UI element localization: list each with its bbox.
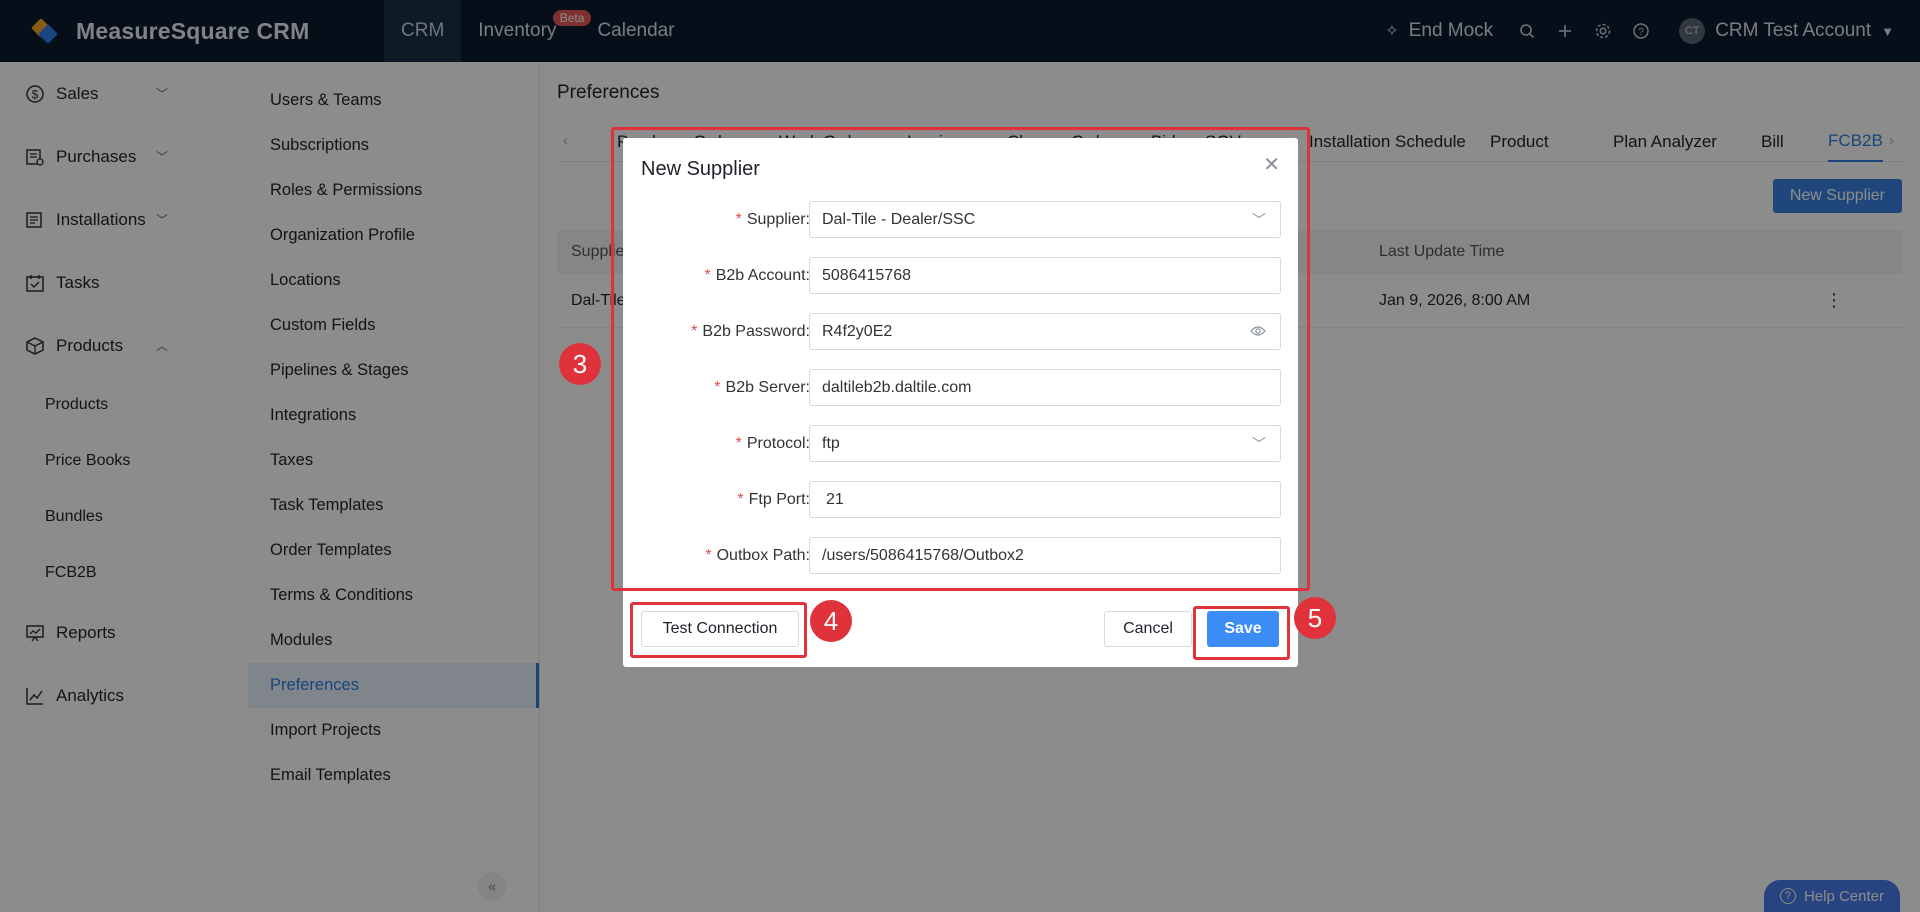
annotation-box-fields [611,127,1310,591]
annotation-marker-4: 4 [810,600,852,642]
annotation-box-save [1193,606,1290,660]
annotation-marker-3: 3 [559,343,601,385]
annotation-marker-5: 5 [1294,597,1336,639]
cancel-button[interactable]: Cancel [1104,611,1192,647]
annotation-box-test-connection [630,602,807,658]
